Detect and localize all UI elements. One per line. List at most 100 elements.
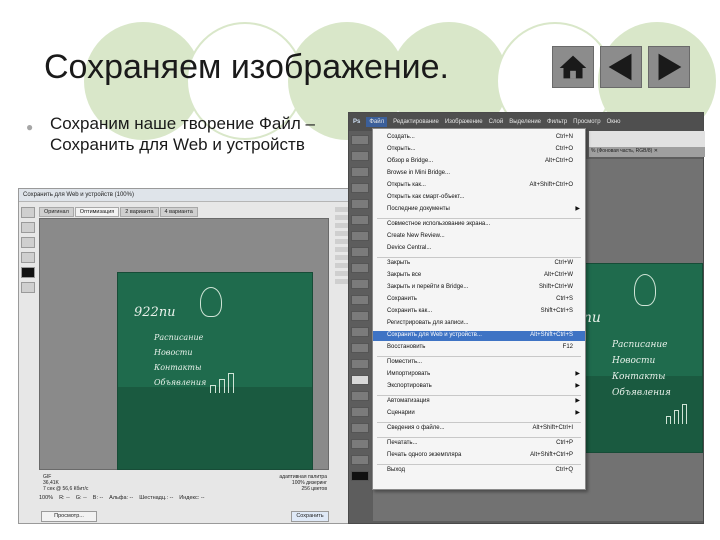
save-button[interactable]: Сохранить bbox=[291, 511, 329, 522]
marquee-tool-icon[interactable] bbox=[351, 151, 369, 161]
menu-separator bbox=[377, 464, 581, 465]
menu-item[interactable]: Закрыть Ctrl+W bbox=[373, 259, 585, 269]
brush-tool-icon[interactable] bbox=[351, 247, 369, 257]
submenu-arrow-icon: ▶ bbox=[575, 371, 580, 377]
menu-item[interactable]: Регистрировать для записи... bbox=[373, 319, 585, 329]
gradient-tool-icon[interactable] bbox=[351, 311, 369, 321]
preview-area: 922nu Расписание Новости Контакты Объявл… bbox=[39, 218, 329, 470]
next-slide-button[interactable] bbox=[648, 46, 690, 88]
menu-item-shortcut: Shift+Ctrl+S bbox=[540, 308, 573, 314]
zoom-level[interactable]: 100% bbox=[39, 495, 53, 505]
color-swatches-icon[interactable] bbox=[351, 471, 369, 481]
menu-item[interactable]: Browse in Mini Bridge... bbox=[373, 169, 585, 179]
menu-item[interactable]: Закрыть и перейти в Bridge... Shift+Ctrl+… bbox=[373, 283, 585, 293]
info-right: адаптивная палитра 100% дизеринг 256 цве… bbox=[279, 474, 327, 492]
board-item: Объявления bbox=[154, 378, 207, 387]
slide-title: Сохраняем изображение. bbox=[44, 48, 449, 86]
menu-item[interactable]: Сценарии ▶ bbox=[373, 409, 585, 419]
preview-button[interactable]: Просмотр... bbox=[41, 511, 97, 522]
menu-item[interactable]: Печать одного экземпляра Alt+Shift+Ctrl+P bbox=[373, 451, 585, 461]
menu-item-label: Экспортировать bbox=[387, 383, 432, 389]
crop-tool-icon[interactable] bbox=[351, 199, 369, 209]
prev-slide-button[interactable] bbox=[600, 46, 642, 88]
eyedropper-tool-icon[interactable] bbox=[21, 252, 35, 263]
healing-tool-icon[interactable] bbox=[351, 231, 369, 241]
menu-item[interactable]: Сохранить как... Shift+Ctrl+S bbox=[373, 307, 585, 317]
menu-item-label: Browse in Mini Bridge... bbox=[387, 170, 451, 176]
pen-tool-icon[interactable] bbox=[351, 359, 369, 369]
menu-view[interactable]: Просмотр bbox=[573, 119, 600, 125]
menu-item[interactable]: Открыть... Ctrl+O bbox=[373, 145, 585, 155]
menu-item[interactable]: Автоматизация ▶ bbox=[373, 397, 585, 407]
hand-tool-icon[interactable] bbox=[351, 439, 369, 449]
history-brush-icon[interactable] bbox=[351, 279, 369, 289]
menu-item-label: Сохранить как... bbox=[387, 308, 433, 314]
menu-item[interactable]: Выход Ctrl+Q bbox=[373, 466, 585, 476]
triangle-left-icon bbox=[608, 53, 632, 81]
menu-item-shortcut: F12 bbox=[562, 344, 573, 350]
eraser-tool-icon[interactable] bbox=[351, 295, 369, 305]
lasso-tool-icon[interactable] bbox=[351, 167, 369, 177]
board-item: Новости bbox=[154, 348, 193, 357]
board-item: Расписание bbox=[612, 340, 668, 350]
menu-separator bbox=[377, 422, 581, 423]
menu-item[interactable]: Импортировать ▶ bbox=[373, 370, 585, 380]
menu-window[interactable]: Окно bbox=[607, 119, 621, 125]
menu-file[interactable]: Файл bbox=[366, 117, 388, 127]
menu-item-label: Выход bbox=[387, 467, 405, 473]
menu-item[interactable]: Обзор в Bridge... Alt+Ctrl+O bbox=[373, 157, 585, 167]
menu-filter[interactable]: Фильтр bbox=[547, 119, 567, 125]
menu-item-shortcut: Ctrl+Q bbox=[555, 467, 573, 473]
move-tool-icon[interactable] bbox=[351, 135, 369, 145]
menu-layer[interactable]: Слой bbox=[489, 119, 504, 125]
menu-edit[interactable]: Редактирование bbox=[393, 119, 439, 125]
3d-tool-icon[interactable] bbox=[351, 423, 369, 433]
zoom-tool-icon[interactable] bbox=[351, 455, 369, 465]
quick-select-tool-icon[interactable] bbox=[351, 183, 369, 193]
tools-panel bbox=[351, 135, 369, 487]
stamp-tool-icon[interactable] bbox=[351, 263, 369, 273]
menu-item-label: Автоматизация bbox=[387, 398, 430, 404]
type-tool-icon[interactable] bbox=[351, 375, 369, 385]
menu-item-label: Последние документы bbox=[387, 206, 450, 212]
path-select-tool-icon[interactable] bbox=[351, 391, 369, 401]
tab-optimized[interactable]: Оптимизация bbox=[74, 207, 120, 217]
menu-item[interactable]: Сведения о файле... Alt+Shift+Ctrl+I bbox=[373, 424, 585, 434]
menu-item[interactable]: Совместное использование экрана... bbox=[373, 220, 585, 230]
menu-item-label: Сведения о файле... bbox=[387, 425, 445, 431]
dodge-tool-icon[interactable] bbox=[351, 343, 369, 353]
menu-item[interactable]: Create New Review... bbox=[373, 232, 585, 242]
menu-item[interactable]: Печатать... Ctrl+P bbox=[373, 439, 585, 449]
menu-item[interactable]: Сохранить для Web и устройств... Alt+Shif… bbox=[373, 331, 585, 341]
menu-item[interactable]: Экспортировать ▶ bbox=[373, 382, 585, 392]
eyedropper-color-icon[interactable] bbox=[21, 267, 35, 278]
tab-original[interactable]: Оригинал bbox=[39, 207, 74, 217]
shape-tool-icon[interactable] bbox=[351, 407, 369, 417]
submenu-arrow-icon: ▶ bbox=[575, 206, 580, 212]
menu-item[interactable]: Сохранить Ctrl+S bbox=[373, 295, 585, 305]
hand-tool-icon[interactable] bbox=[21, 207, 35, 218]
menu-item[interactable]: Поместить... bbox=[373, 358, 585, 368]
tab-2-up[interactable]: 2 варианта bbox=[120, 207, 159, 217]
toggle-slices-icon[interactable] bbox=[21, 282, 35, 293]
menu-item[interactable]: Закрыть все Alt+Ctrl+W bbox=[373, 271, 585, 281]
home-button[interactable] bbox=[552, 46, 594, 88]
menu-item[interactable]: Открыть как смарт-объект... bbox=[373, 193, 585, 203]
document-tab[interactable]: % (Фоновая часть, RGB/8) ✕ bbox=[589, 147, 705, 157]
blur-tool-icon[interactable] bbox=[351, 327, 369, 337]
eyedropper-tool-icon[interactable] bbox=[351, 215, 369, 225]
menu-item-label: Device Central... bbox=[387, 245, 432, 251]
menu-item-label: Закрыть bbox=[387, 260, 411, 266]
menu-item[interactable]: Восстановить F12 bbox=[373, 343, 585, 353]
menu-item[interactable]: Открыть как... Alt+Shift+Ctrl+O bbox=[373, 181, 585, 191]
menu-select[interactable]: Выделение bbox=[509, 119, 541, 125]
menu-item-label: Сценарии bbox=[387, 410, 415, 416]
slice-select-tool-icon[interactable] bbox=[21, 222, 35, 233]
menu-item[interactable]: Device Central... bbox=[373, 244, 585, 254]
menu-item[interactable]: Создать... Ctrl+N bbox=[373, 133, 585, 143]
zoom-tool-icon[interactable] bbox=[21, 237, 35, 248]
tab-4-up[interactable]: 4 варианта bbox=[159, 207, 198, 217]
menu-separator bbox=[377, 218, 581, 219]
menu-item[interactable]: Последние документы ▶ bbox=[373, 205, 585, 215]
menu-image[interactable]: Изображение bbox=[445, 119, 483, 125]
